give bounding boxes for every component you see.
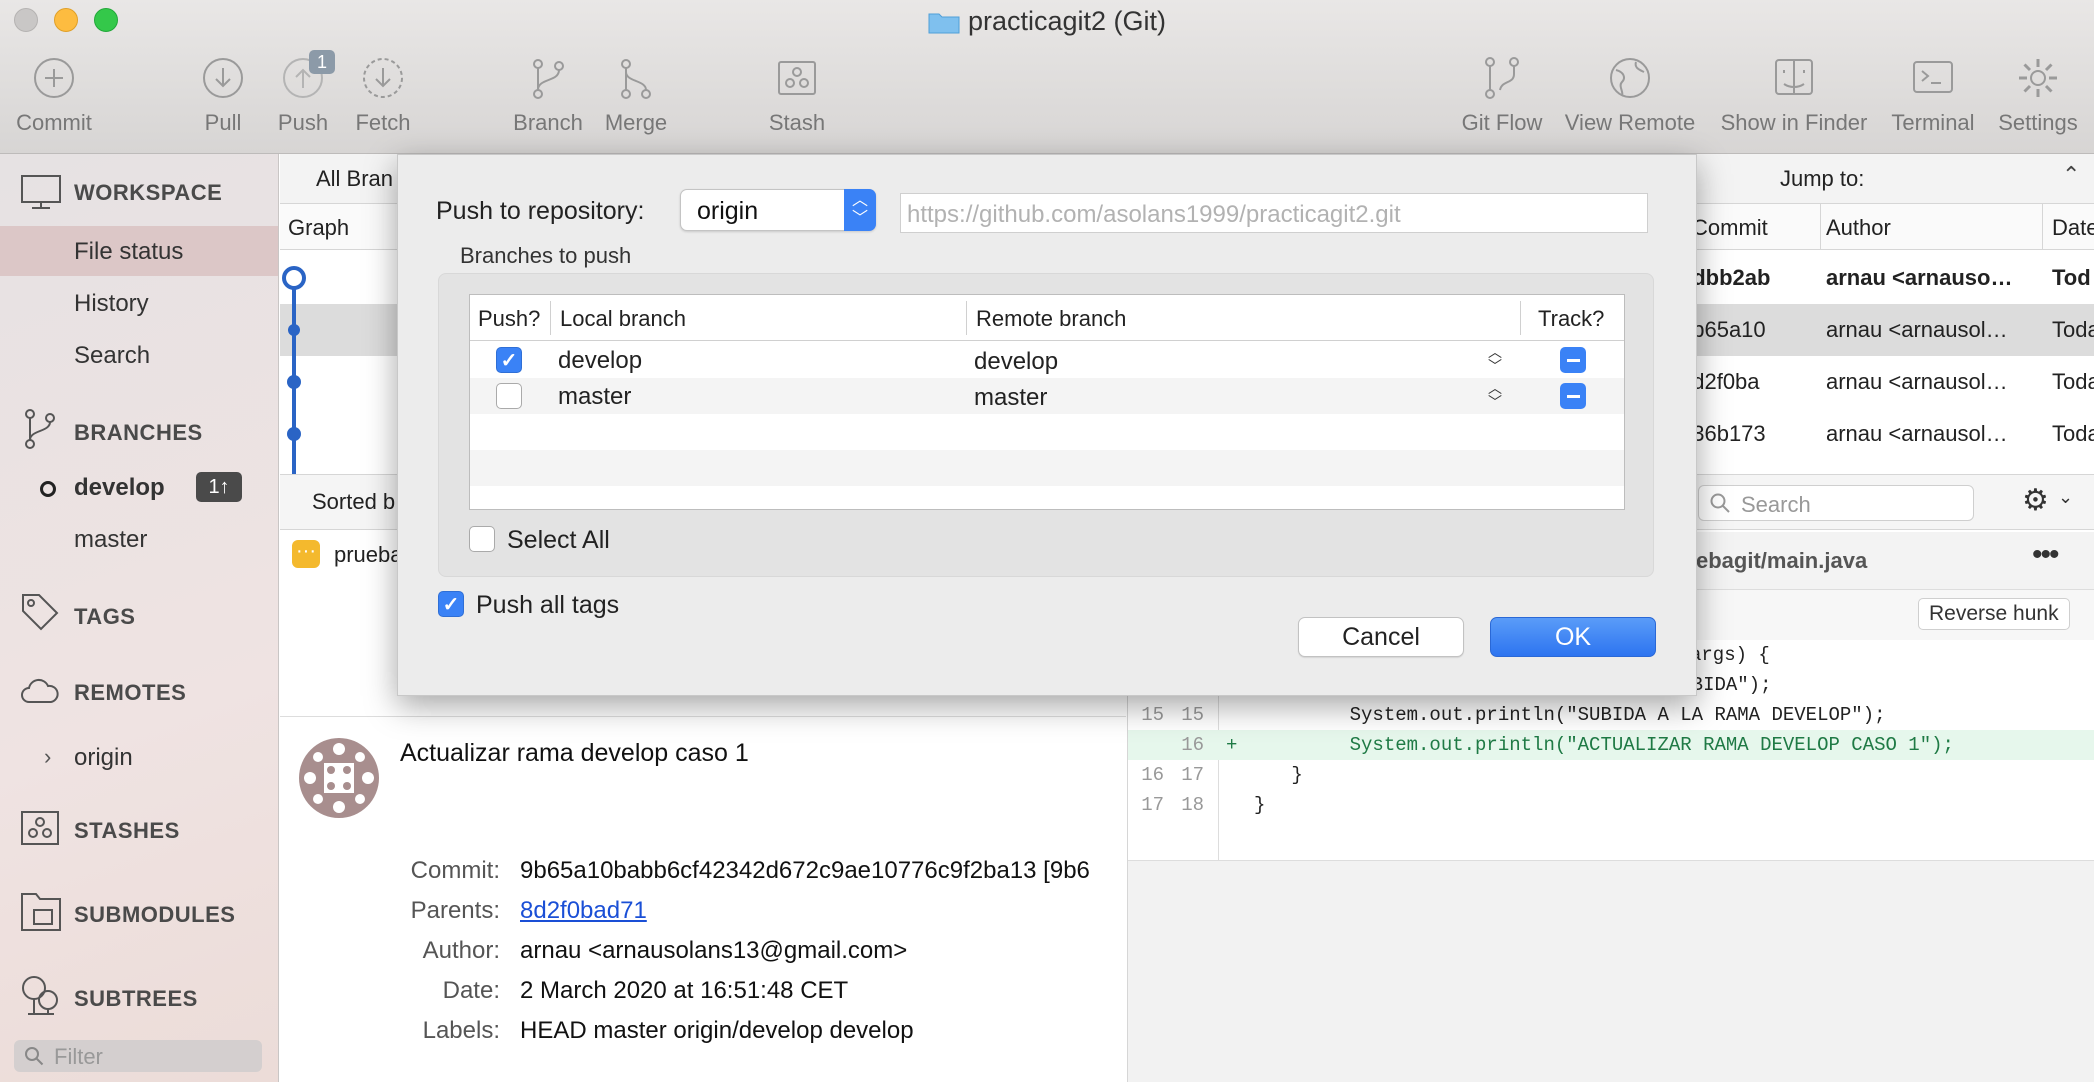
- avatar: [299, 738, 379, 818]
- more-icon[interactable]: •••: [2032, 538, 2059, 572]
- window-title: practicagit2 (Git): [0, 6, 2094, 41]
- branch-icon: [25, 409, 55, 449]
- commit-hash: 9b65a10babb6cf42342d672c9ae10776c9f2ba13…: [520, 857, 1090, 884]
- merge-button[interactable]: Merge: [586, 56, 686, 136]
- finder-icon: [1775, 59, 1813, 95]
- cancel-button[interactable]: Cancel: [1298, 617, 1464, 657]
- commit-details: Actualizar rama develop caso 1 Commit: 9…: [280, 716, 1126, 1082]
- table-row-empty: [470, 450, 1624, 486]
- folder-icon: [928, 10, 960, 41]
- monitor-icon: [21, 175, 61, 209]
- search-icon: [1710, 493, 1730, 513]
- current-branch-icon: [40, 481, 56, 497]
- graph-node[interactable]: [282, 266, 306, 290]
- branch-button[interactable]: Branch: [498, 56, 598, 136]
- sidebar: WORKSPACE File status History Search BRA…: [0, 154, 279, 1082]
- sort-dropdown[interactable]: Sorted b: [312, 489, 395, 515]
- remote-branch-select[interactable]: develop: [974, 348, 1058, 376]
- chevron-updown-icon: ︿ ﹀: [844, 189, 876, 231]
- commit-graph: [282, 266, 306, 474]
- push-count-badge: 1: [309, 50, 335, 74]
- commit-author: arnau <arnausolans13@gmail.com>: [520, 937, 908, 964]
- diff-line: 16 17 }: [1141, 764, 1303, 786]
- parent-commit-link[interactable]: 8d2f0bad71: [520, 897, 647, 925]
- ok-button[interactable]: OK: [1490, 617, 1656, 657]
- jump-to-label: Jump to:: [1780, 166, 1865, 191]
- track-toggle[interactable]: [1560, 383, 1586, 409]
- sidebar-item-develop[interactable]: develop 1↑: [0, 466, 278, 510]
- remote-url-field[interactable]: https://github.com/asolans1999/practicag…: [900, 193, 1648, 233]
- view-remote-button[interactable]: View Remote: [1552, 56, 1708, 136]
- git-flow-icon: [1485, 57, 1519, 99]
- track-toggle[interactable]: [1560, 347, 1586, 373]
- cloud-icon: [21, 678, 59, 703]
- chevron-updown-icon[interactable]: ⌃: [2062, 162, 2080, 188]
- plus-circle-icon: [34, 58, 74, 98]
- chevron-updown-icon[interactable]: ︿ ﹀: [1488, 345, 1502, 373]
- chevron-right-icon: ›: [44, 744, 52, 769]
- git-flow-button[interactable]: Git Flow: [1452, 56, 1552, 136]
- diff-line: 15 15 System.out.println("SUBIDA A LA RA…: [1141, 704, 1886, 726]
- gear-icon: [2019, 59, 2057, 97]
- chevron-down-icon[interactable]: ⌄: [2058, 487, 2073, 508]
- settings-button[interactable]: Settings: [1988, 56, 2088, 136]
- pull-icon: [203, 58, 243, 98]
- file-search-input[interactable]: Search: [1698, 485, 1974, 521]
- chevron-updown-icon[interactable]: ︿ ﹀: [1488, 381, 1502, 409]
- gear-icon[interactable]: ⚙: [2022, 483, 2049, 518]
- fetch-icon: [363, 58, 403, 98]
- graph-node[interactable]: [287, 427, 301, 441]
- sidebar-item-master[interactable]: master: [74, 526, 147, 554]
- sidebar-item-history[interactable]: History: [74, 290, 149, 318]
- stash-icon: [778, 61, 816, 95]
- sidebar-item-search[interactable]: Search: [74, 342, 150, 370]
- search-icon: [25, 1047, 44, 1066]
- stash-icon: [21, 811, 59, 845]
- commit-date: 2 March 2020 at 16:51:48 CET: [520, 977, 849, 1004]
- subtree-icon: [22, 976, 58, 1015]
- diff-line: 17 18 }: [1141, 794, 1266, 816]
- commit-labels: HEAD master origin/develop develop: [520, 1017, 914, 1044]
- branches-table-header: Push? Local branch Remote branch Track?: [470, 295, 1624, 341]
- select-all-checkbox[interactable]: [469, 526, 495, 552]
- commit-button[interactable]: Commit: [4, 56, 104, 136]
- terminal-button[interactable]: Terminal: [1883, 56, 1983, 136]
- all-branches-dropdown[interactable]: All Bran: [316, 166, 393, 192]
- push-checkbox[interactable]: [496, 383, 522, 409]
- sidebar-item-file-status[interactable]: File status: [0, 226, 278, 276]
- filter-field[interactable]: Filter: [14, 1040, 262, 1072]
- remote-branch-select[interactable]: master: [974, 384, 1047, 412]
- commit-message: Actualizar rama develop caso 1: [400, 739, 749, 767]
- branches-table: Push? Local branch Remote branch Track? …: [469, 294, 1625, 510]
- graph-node[interactable]: [288, 324, 300, 336]
- table-row[interactable]: ✓ develop develop ︿ ﹀: [470, 342, 1624, 378]
- push-dialog: Push to repository: origin ︿ ﹀ https://gi…: [397, 154, 1697, 696]
- stash-button[interactable]: Stash: [747, 56, 847, 136]
- remote-select[interactable]: origin ︿ ﹀: [680, 189, 876, 231]
- toolbar: practicagit2 (Git) Commit Pull Push 1 Fe…: [0, 0, 2094, 154]
- fetch-button[interactable]: Fetch: [333, 56, 433, 136]
- tag-icon: [22, 594, 59, 631]
- reverse-hunk-button[interactable]: Reverse hunk: [1918, 598, 2070, 630]
- terminal-icon: [1913, 61, 1953, 93]
- modified-file-icon: ···: [292, 540, 320, 568]
- ahead-badge: 1↑: [196, 472, 242, 502]
- merge-icon: [621, 59, 651, 99]
- diff-empty-area: [1128, 860, 2094, 1082]
- push-checkbox[interactable]: ✓: [496, 347, 522, 373]
- diff-line-added: 16 + System.out.println("ACTUALIZAR RAMA…: [1128, 730, 2094, 760]
- submodule-icon: [21, 893, 61, 931]
- globe-icon: [1610, 58, 1650, 98]
- push-all-tags-checkbox[interactable]: ✓: [438, 591, 464, 617]
- branch-icon: [533, 59, 564, 99]
- table-row[interactable]: master master ︿ ﹀: [470, 378, 1624, 414]
- show-in-finder-button[interactable]: Show in Finder: [1712, 56, 1876, 136]
- branches-group: Push? Local branch Remote branch Track? …: [438, 273, 1654, 577]
- graph-node[interactable]: [287, 375, 301, 389]
